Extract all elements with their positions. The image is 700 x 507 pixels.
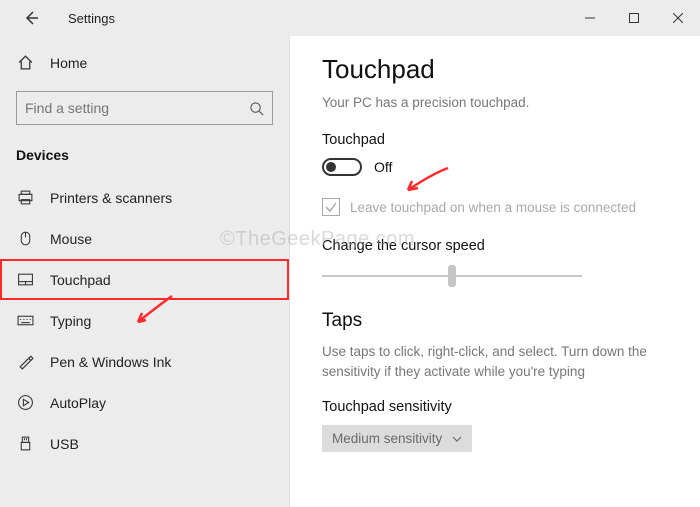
leave-on-checkbox-row[interactable]: Leave touchpad on when a mouse is connec… [322, 198, 672, 216]
sidebar-item-autoplay[interactable]: AutoPlay [0, 382, 289, 423]
touchpad-toggle[interactable] [322, 158, 362, 176]
slider-label: Change the cursor speed [322, 238, 672, 254]
sidebar-item-touchpad[interactable]: Touchpad [0, 259, 289, 300]
maximize-button[interactable] [612, 0, 656, 36]
sensitivity-dropdown[interactable]: Medium sensitivity [322, 425, 472, 452]
chevron-down-icon [452, 436, 462, 442]
usb-icon [16, 435, 34, 452]
sidebar-item-label: USB [50, 436, 79, 452]
sidebar-item-usb[interactable]: USB [0, 423, 289, 464]
page-subtitle: Your PC has a precision touchpad. [322, 95, 672, 110]
mouse-icon [16, 230, 34, 247]
minimize-button[interactable] [568, 0, 612, 36]
sensitivity-label: Touchpad sensitivity [322, 399, 672, 415]
home-icon [16, 54, 34, 71]
sidebar-item-printers[interactable]: Printers & scanners [0, 177, 289, 218]
sidebar: Home Devices Printers & scanners Mou [0, 36, 290, 507]
cursor-speed-slider[interactable] [322, 264, 582, 288]
keyboard-icon [16, 312, 34, 329]
checkbox-label: Leave touchpad on when a mouse is connec… [350, 200, 636, 215]
touchpad-icon [16, 271, 34, 288]
sidebar-item-label: Home [50, 55, 87, 71]
sidebar-item-typing[interactable]: Typing [0, 300, 289, 341]
sidebar-item-label: Touchpad [50, 272, 111, 288]
content-pane: Touchpad Your PC has a precision touchpa… [290, 36, 700, 507]
back-button[interactable] [16, 7, 46, 29]
close-button[interactable] [656, 0, 700, 36]
sidebar-item-home[interactable]: Home [0, 46, 289, 79]
page-title: Touchpad [322, 54, 672, 85]
autoplay-icon [16, 394, 34, 411]
sidebar-item-pen[interactable]: Pen & Windows Ink [0, 341, 289, 382]
search-input[interactable] [25, 100, 249, 116]
sidebar-item-mouse[interactable]: Mouse [0, 218, 289, 259]
dropdown-value: Medium sensitivity [332, 431, 442, 446]
toggle-knob [326, 162, 336, 172]
printer-icon [16, 189, 34, 206]
section-desc-taps: Use taps to click, right-click, and sele… [322, 342, 662, 381]
sidebar-item-label: AutoPlay [50, 395, 106, 411]
window-title: Settings [68, 11, 115, 26]
sidebar-item-label: Pen & Windows Ink [50, 354, 171, 370]
sidebar-item-label: Printers & scanners [50, 190, 172, 206]
search-box[interactable] [16, 91, 273, 125]
sidebar-item-label: Mouse [50, 231, 92, 247]
sidebar-item-label: Typing [50, 313, 91, 329]
sidebar-category: Devices [0, 143, 289, 177]
slider-thumb[interactable] [448, 265, 456, 287]
pen-icon [16, 353, 34, 370]
toggle-state-text: Off [374, 159, 392, 175]
titlebar: Settings [0, 0, 700, 36]
checkbox-icon [322, 198, 340, 216]
search-icon [249, 101, 264, 116]
toggle-label: Touchpad [322, 132, 672, 148]
section-title-taps: Taps [322, 310, 672, 332]
